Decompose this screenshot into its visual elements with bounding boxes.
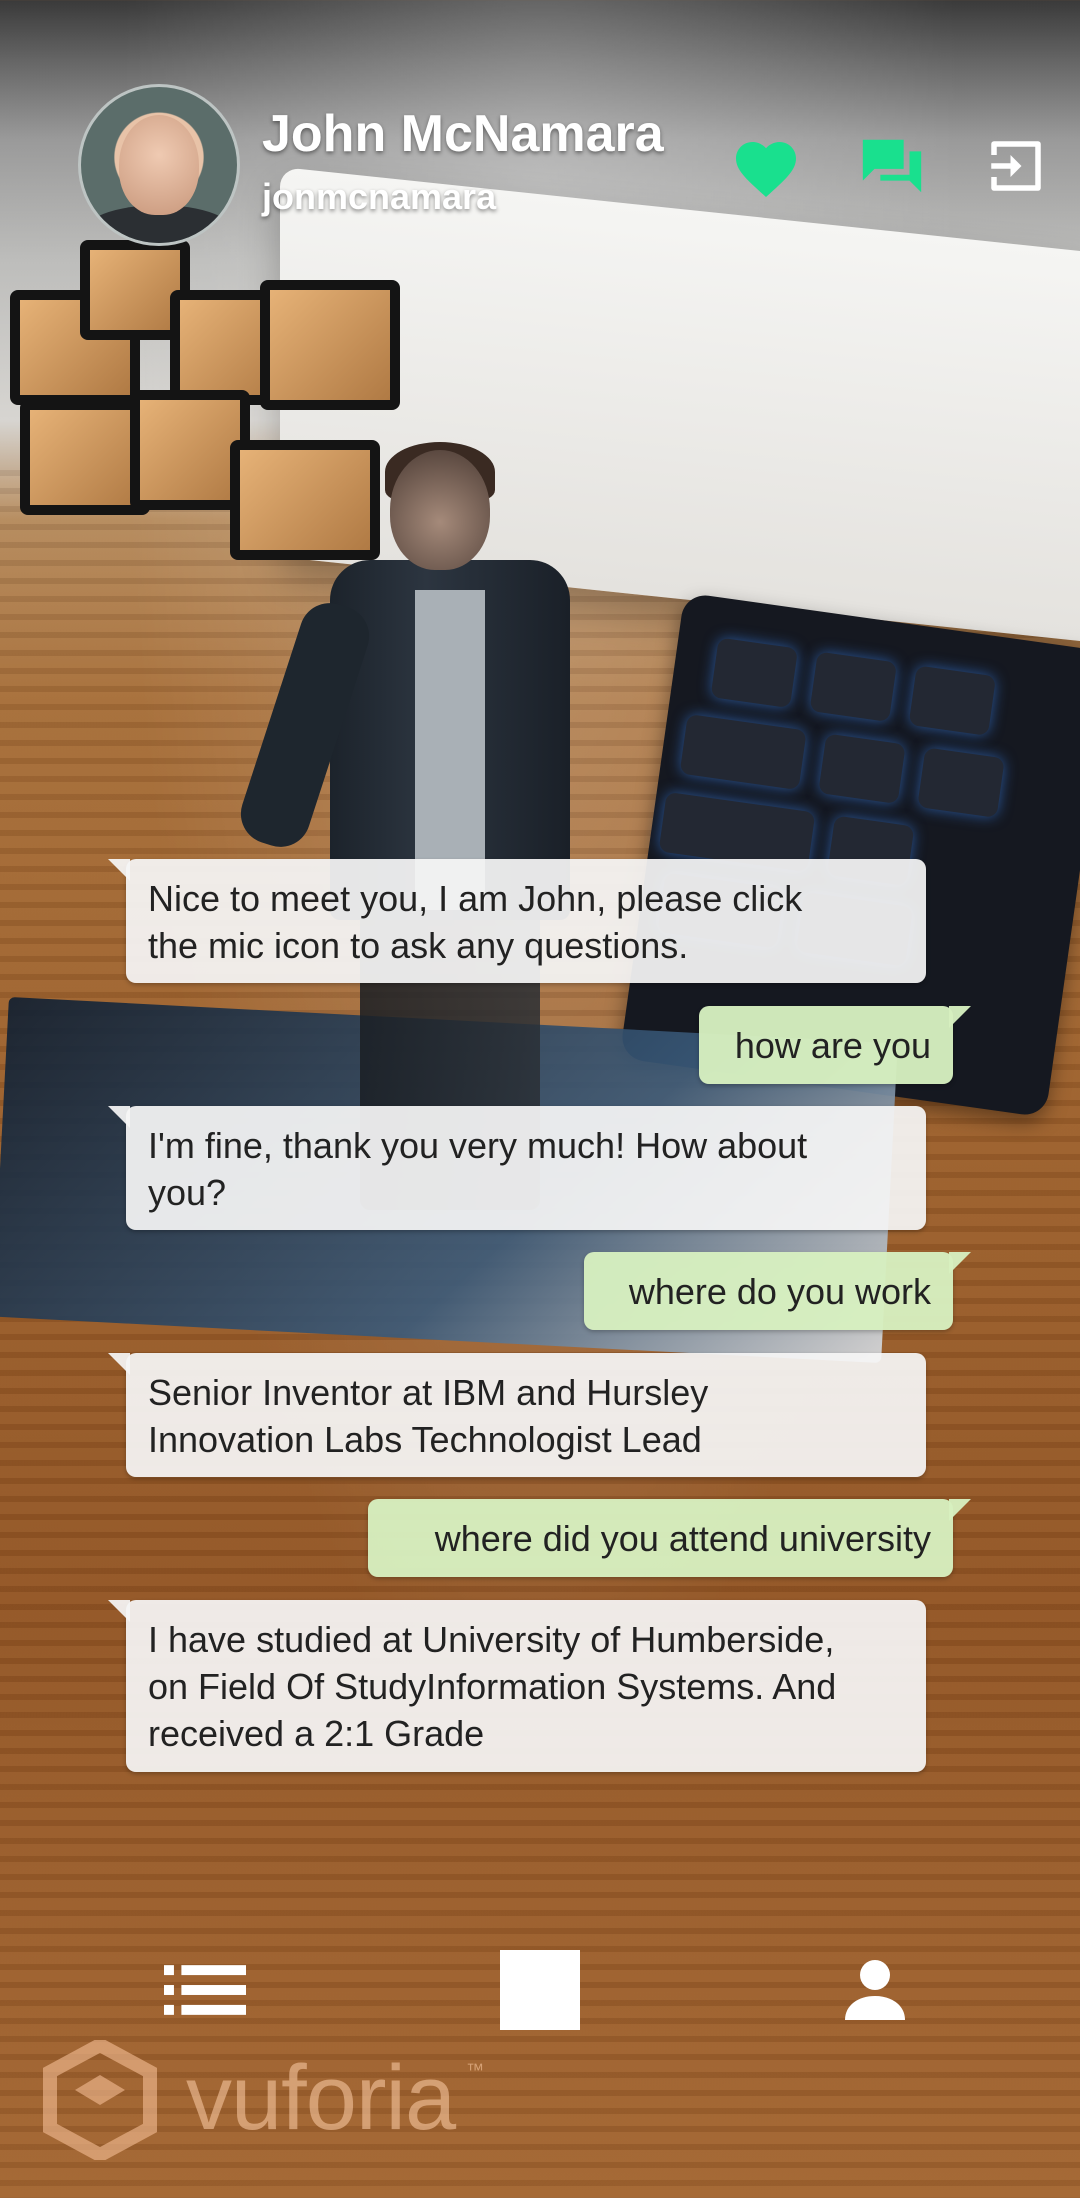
stop-icon[interactable] [490,1950,590,2030]
person-icon[interactable] [825,1950,925,2030]
bot-message: Nice to meet you, I am John, please clic… [108,859,926,983]
user-message: where do you work [584,1252,971,1330]
heart-icon[interactable] [726,126,806,206]
bot-message: I'm fine, thank you very much! How about… [108,1106,926,1230]
vuforia-trademark: ™ [466,2060,484,2080]
user-message: how are you [699,1006,971,1084]
bot-message: Senior Inventor at IBM and Hursley Innov… [108,1353,926,1477]
user-message: where did you attend university [368,1499,971,1577]
profile-name: John McNamara [262,105,664,163]
vuforia-wordmark: vuforia [186,2047,456,2149]
bot-message: I have studied at University of Humbersi… [108,1600,926,1772]
list-icon[interactable] [155,1950,255,2030]
profile-avatar[interactable] [78,84,240,246]
vuforia-logo-icon [43,2040,157,2160]
vuforia-watermark: vuforia ™ [40,2040,500,2170]
chat-icon[interactable] [852,126,932,206]
profile-username: jonmcnamara [262,176,497,217]
logout-icon[interactable] [976,126,1056,206]
